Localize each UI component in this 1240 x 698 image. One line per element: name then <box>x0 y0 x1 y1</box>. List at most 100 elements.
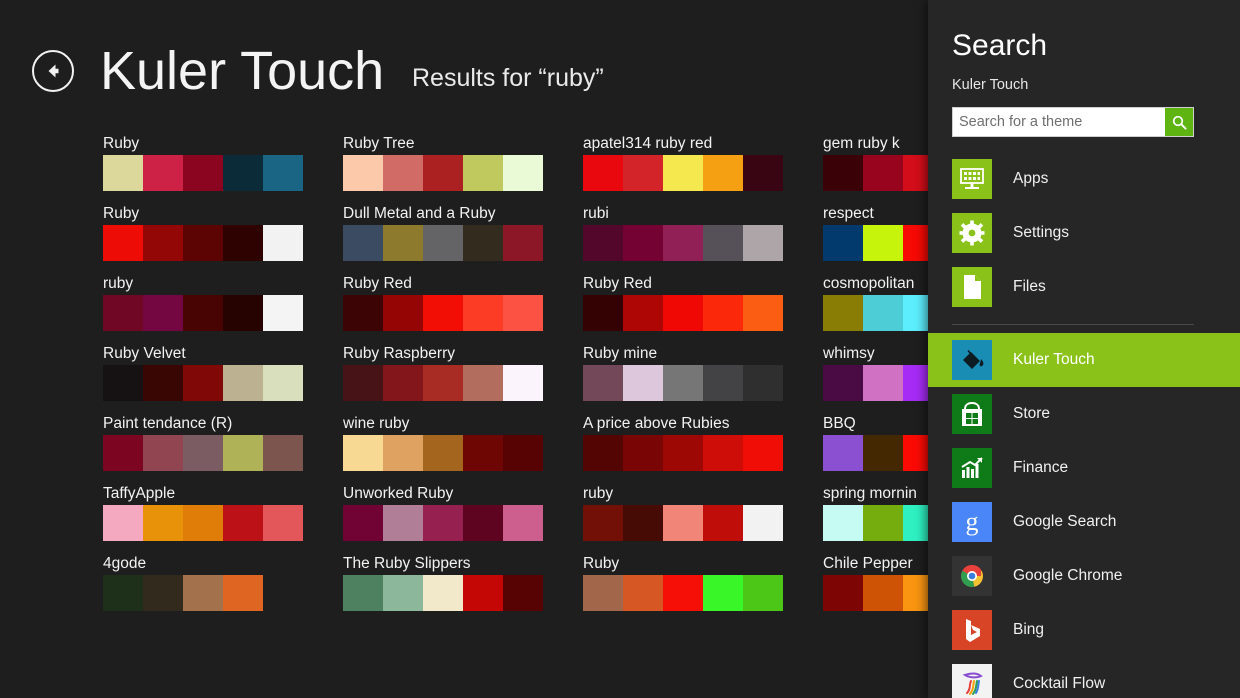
color-swatch[interactable] <box>423 575 463 611</box>
color-swatch[interactable] <box>103 435 143 471</box>
search-list-item-kuler-touch[interactable]: Kuler Touch <box>928 333 1240 387</box>
theme-card[interactable]: Ruby mine <box>583 343 783 401</box>
color-swatch[interactable] <box>623 505 663 541</box>
theme-card[interactable]: Paint tendance (R) <box>103 413 303 471</box>
color-swatch[interactable] <box>143 225 183 261</box>
color-swatch[interactable] <box>383 155 423 191</box>
color-swatch[interactable] <box>143 365 183 401</box>
theme-card[interactable]: Ruby Tree <box>343 133 543 191</box>
color-swatch[interactable] <box>223 365 263 401</box>
color-swatch[interactable] <box>343 225 383 261</box>
color-swatch[interactable] <box>503 225 543 261</box>
theme-swatch-bar[interactable] <box>343 225 543 261</box>
color-swatch[interactable] <box>743 225 783 261</box>
theme-card[interactable]: 4gode <box>103 553 303 611</box>
color-swatch[interactable] <box>743 155 783 191</box>
color-swatch[interactable] <box>703 225 743 261</box>
theme-swatch-bar[interactable] <box>103 295 303 331</box>
color-swatch[interactable] <box>103 155 143 191</box>
color-swatch[interactable] <box>663 295 703 331</box>
color-swatch[interactable] <box>823 155 863 191</box>
color-swatch[interactable] <box>183 435 223 471</box>
color-swatch[interactable] <box>503 575 543 611</box>
color-swatch[interactable] <box>823 295 863 331</box>
color-swatch[interactable] <box>863 365 903 401</box>
color-swatch[interactable] <box>263 295 303 331</box>
color-swatch[interactable] <box>583 155 623 191</box>
color-swatch[interactable] <box>143 505 183 541</box>
back-button[interactable] <box>32 50 74 92</box>
theme-card[interactable]: Unworked Ruby <box>343 483 543 541</box>
search-list-item-files[interactable]: Files <box>928 260 1240 314</box>
color-swatch[interactable] <box>263 155 303 191</box>
color-swatch[interactable] <box>703 365 743 401</box>
color-swatch[interactable] <box>223 505 263 541</box>
search-list-item-cocktail-flow[interactable]: Cocktail Flow <box>928 657 1240 698</box>
color-swatch[interactable] <box>743 295 783 331</box>
color-swatch[interactable] <box>143 155 183 191</box>
color-swatch[interactable] <box>823 225 863 261</box>
theme-card[interactable]: Ruby Red <box>343 273 543 331</box>
search-input[interactable] <box>953 108 1165 136</box>
theme-swatch-bar[interactable] <box>343 155 543 191</box>
color-swatch[interactable] <box>463 505 503 541</box>
theme-card[interactable]: The Ruby Slippers <box>343 553 543 611</box>
color-swatch[interactable] <box>463 365 503 401</box>
color-swatch[interactable] <box>703 575 743 611</box>
color-swatch[interactable] <box>863 575 903 611</box>
theme-swatch-bar[interactable] <box>823 575 928 611</box>
color-swatch[interactable] <box>423 225 463 261</box>
color-swatch[interactable] <box>743 575 783 611</box>
color-swatch[interactable] <box>383 365 423 401</box>
color-swatch[interactable] <box>743 365 783 401</box>
color-swatch[interactable] <box>623 365 663 401</box>
color-swatch[interactable] <box>423 155 463 191</box>
theme-card[interactable]: Dull Metal and a Ruby <box>343 203 543 261</box>
color-swatch[interactable] <box>863 435 903 471</box>
theme-card[interactable]: Ruby Red <box>583 273 783 331</box>
theme-card[interactable]: ruby <box>583 483 783 541</box>
search-list-item-settings[interactable]: Settings <box>928 206 1240 260</box>
theme-swatch-bar[interactable] <box>583 435 783 471</box>
color-swatch[interactable] <box>623 575 663 611</box>
color-swatch[interactable] <box>663 575 703 611</box>
theme-card[interactable]: rubi <box>583 203 783 261</box>
color-swatch[interactable] <box>463 435 503 471</box>
color-swatch[interactable] <box>263 365 303 401</box>
color-swatch[interactable] <box>903 435 928 471</box>
color-swatch[interactable] <box>503 295 543 331</box>
theme-swatch-bar[interactable] <box>583 155 783 191</box>
color-swatch[interactable] <box>343 365 383 401</box>
theme-card[interactable]: whimsy <box>823 343 928 401</box>
color-swatch[interactable] <box>583 225 623 261</box>
theme-card[interactable]: Chile Pepper <box>823 553 928 611</box>
color-swatch[interactable] <box>823 575 863 611</box>
color-swatch[interactable] <box>623 295 663 331</box>
color-swatch[interactable] <box>583 365 623 401</box>
color-swatch[interactable] <box>583 505 623 541</box>
color-swatch[interactable] <box>383 505 423 541</box>
color-swatch[interactable] <box>863 155 903 191</box>
color-swatch[interactable] <box>703 295 743 331</box>
color-swatch[interactable] <box>823 435 863 471</box>
search-list-item-apps[interactable]: Apps <box>928 152 1240 206</box>
theme-card[interactable]: A price above Rubies <box>583 413 783 471</box>
color-swatch[interactable] <box>103 225 143 261</box>
color-swatch[interactable] <box>223 225 263 261</box>
search-list-item-google-search[interactable]: g Google Search <box>928 495 1240 549</box>
color-swatch[interactable] <box>863 505 903 541</box>
color-swatch[interactable] <box>183 225 223 261</box>
color-swatch[interactable] <box>423 365 463 401</box>
theme-swatch-bar[interactable] <box>823 295 928 331</box>
color-swatch[interactable] <box>263 505 303 541</box>
color-swatch[interactable] <box>583 575 623 611</box>
color-swatch[interactable] <box>343 575 383 611</box>
color-swatch[interactable] <box>703 435 743 471</box>
color-swatch[interactable] <box>583 295 623 331</box>
search-box[interactable] <box>952 107 1194 137</box>
color-swatch[interactable] <box>143 435 183 471</box>
theme-swatch-bar[interactable] <box>823 225 928 261</box>
theme-swatch-bar[interactable] <box>583 365 783 401</box>
color-swatch[interactable] <box>183 155 223 191</box>
color-swatch[interactable] <box>823 365 863 401</box>
